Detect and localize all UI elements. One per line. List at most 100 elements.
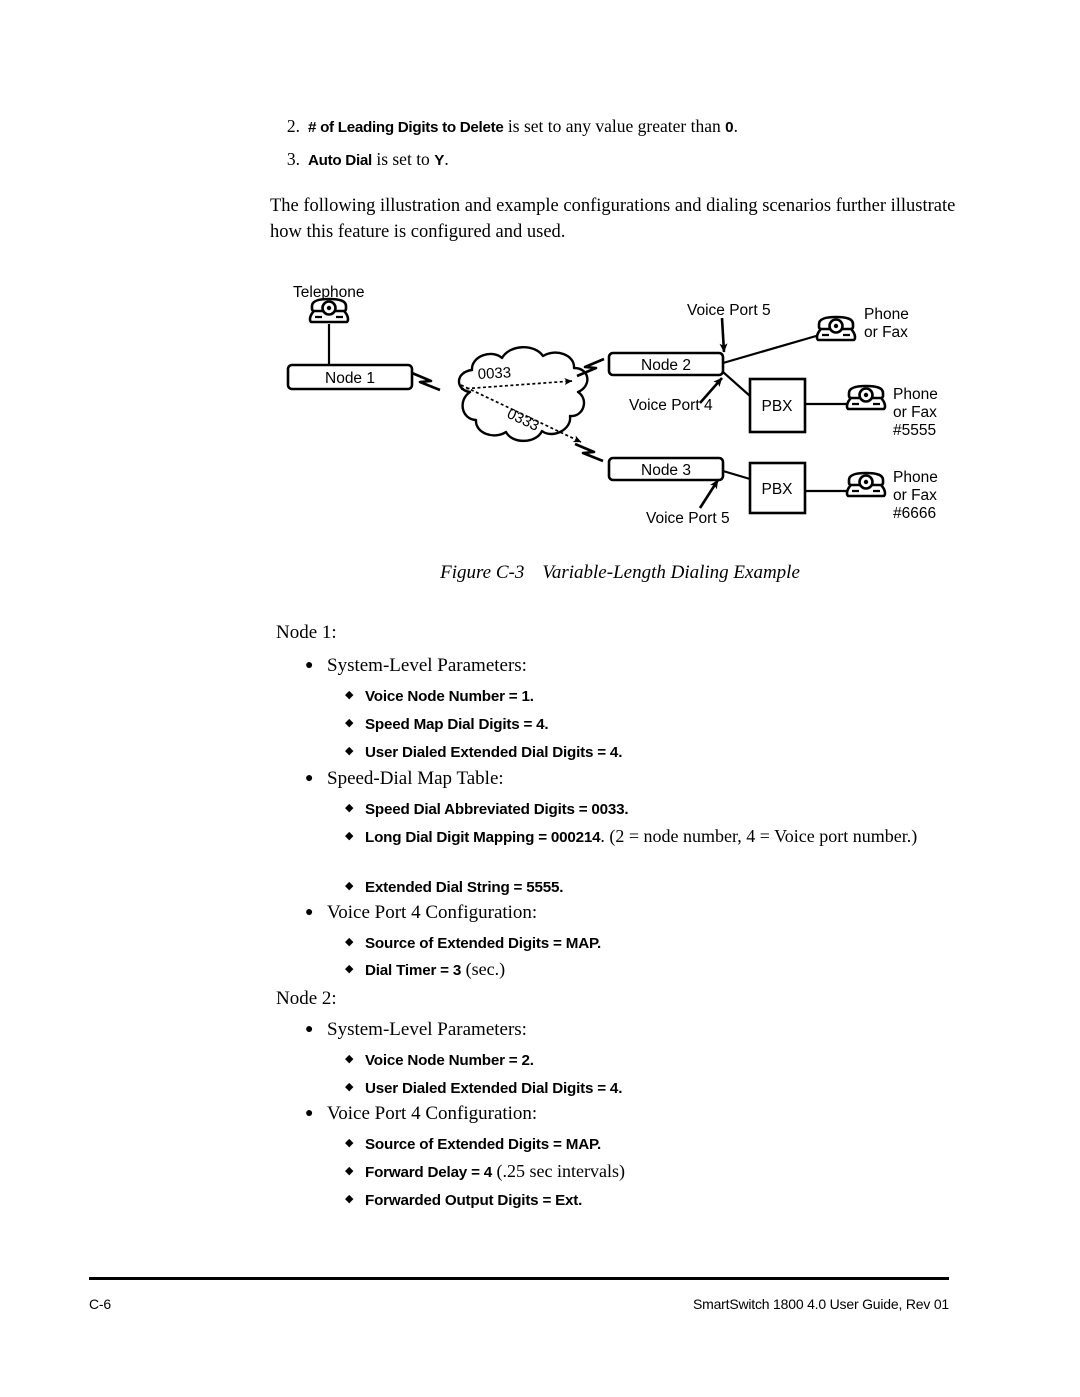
param-bold: Voice Node Number = 1	[365, 688, 530, 705]
param-bold: Source of Extended Digits = MAP	[365, 935, 597, 952]
voice-port-5-bottom-arrow	[698, 479, 720, 509]
param-tail: .	[618, 1080, 623, 1097]
param-tail: .	[529, 1052, 534, 1069]
footer-document-title: SmartSwitch 1800 4.0 User Guide, Rev 01	[693, 1296, 949, 1312]
voice-port-4-label: Voice Port 4	[629, 397, 713, 414]
bullet-round-icon: ●	[305, 1106, 314, 1121]
node1-param: ◆ Voice Node Number = 1.	[345, 685, 965, 707]
node2-param: ◆ Voice Node Number = 2.	[345, 1049, 965, 1071]
node1-param: ◆ Long Dial Digit Mapping = 000214. (2 = …	[345, 826, 965, 848]
bullet-round-icon: ●	[305, 771, 314, 786]
list-item-number: 3.	[286, 149, 300, 169]
node1-label: Node 1	[325, 370, 375, 387]
pbx-top-label: PBX	[761, 398, 793, 415]
list-item-term: Auto Dial	[308, 152, 372, 169]
telephone-label: Telephone	[293, 284, 365, 301]
param-bold: Forward Delay = 4	[365, 1164, 493, 1181]
figure-title: Variable-Length Dialing Example	[542, 562, 800, 583]
node1-param: ◆ User Dialed Extended Dial Digits = 4.	[345, 741, 965, 763]
phone-mid-icon	[845, 384, 887, 411]
node1-to-cloud-link	[411, 371, 441, 392]
group-title-text: Voice Port 4 Configuration:	[327, 902, 538, 923]
param-tail: .	[596, 935, 601, 952]
node1-group-title-2: ● Voice Port 4 Configuration:	[305, 901, 537, 925]
list-item-value: Y	[434, 152, 445, 169]
pbx-top-box	[748, 377, 807, 434]
node3-to-pbx-link	[722, 469, 751, 481]
node1-heading: Node 1:	[276, 622, 337, 643]
pbx-bottom-label: PBX	[761, 481, 793, 498]
phone-top-label-line1: Phone	[864, 306, 909, 323]
bullet-round-icon: ●	[305, 658, 314, 673]
param-bold: Voice Node Number = 2	[365, 1052, 530, 1069]
bullet-diamond-icon: ◆	[345, 745, 354, 757]
phone-mid-label-line1: Phone	[893, 386, 938, 403]
list-item-tail: .	[733, 116, 738, 136]
wan-cloud	[457, 346, 589, 443]
document-page: 2. # of Leading Digits to Delete is set t…	[0, 0, 1080, 1397]
cloud-route-long-label: 0333	[504, 405, 541, 435]
list-item-value: 0	[725, 119, 734, 136]
node1-box	[286, 363, 414, 391]
param-tail: .	[559, 879, 564, 896]
list-item: 3. Auto Dial is set to Y.	[278, 149, 958, 171]
figure-caption: Figure C-3 Variable-Length Dialing Exampl…	[280, 562, 960, 584]
phone-top-label-line2: or Fax	[864, 324, 908, 341]
param-regular: (.25 sec intervals)	[492, 1161, 625, 1181]
phone-bottom-icon	[845, 471, 887, 498]
phone-bottom-label-line3: #6666	[893, 505, 936, 522]
telephone-icon	[308, 297, 350, 324]
node1-param: ◆ Dial Timer = 3 (sec.)	[345, 959, 965, 981]
voice-port-5-top-arrow	[719, 317, 728, 353]
param-bold: User Dialed Extended Dial Digits = 4	[365, 744, 619, 761]
bullet-round-icon: ●	[305, 905, 314, 920]
group-title-text: System-Level Parameters:	[327, 1019, 527, 1040]
route-0033-line	[460, 378, 573, 390]
voice-port-5-top-label: Voice Port 5	[687, 302, 771, 319]
param-bold: Extended Dial String = 5555	[365, 879, 560, 896]
node2-param: ◆ Forwarded Output Digits = Ext.	[345, 1189, 965, 1211]
bullet-diamond-icon: ◆	[345, 1165, 354, 1177]
node1-param: ◆ Source of Extended Digits = MAP.	[345, 932, 965, 954]
node2-box	[607, 351, 725, 377]
node3-label: Node 3	[641, 462, 691, 479]
node3-box	[607, 456, 725, 482]
node2-to-phone-top-link	[722, 332, 824, 365]
bullet-round-icon: ●	[305, 1022, 314, 1037]
node2-group-title-1: ● Voice Port 4 Configuration:	[305, 1102, 537, 1126]
bullet-diamond-icon: ◆	[345, 963, 354, 975]
list-item-tail: .	[444, 149, 449, 169]
node2-to-pbx-link	[722, 371, 751, 397]
param-tail: .	[578, 1192, 583, 1209]
pbx-bottom-box	[748, 461, 807, 515]
param-tail: .	[544, 716, 549, 733]
param-tail: .	[529, 688, 534, 705]
param-regular: . (2 = node number, 4 = Voice port numbe…	[600, 826, 918, 846]
node1-param: ◆ Speed Dial Abbreviated Digits = 0033.	[345, 798, 965, 820]
param-regular: (sec.)	[461, 959, 506, 979]
node2-group-title-0: ● System-Level Parameters:	[305, 1018, 527, 1042]
bullet-diamond-icon: ◆	[345, 689, 354, 701]
voice-port-4-arrow	[699, 377, 723, 404]
cloud-to-node3-link	[574, 442, 604, 463]
list-item: 2. # of Leading Digits to Delete is set t…	[278, 116, 958, 138]
bullet-diamond-icon: ◆	[345, 936, 354, 948]
list-item-number: 2.	[286, 116, 300, 136]
group-title-text: Speed-Dial Map Table:	[327, 768, 504, 789]
param-bold: Speed Dial Abbreviated Digits = 0033	[365, 801, 625, 818]
bullet-diamond-icon: ◆	[345, 1193, 354, 1205]
footer-divider	[89, 1277, 949, 1280]
node2-heading: Node 2:	[276, 988, 337, 1009]
param-tail: .	[596, 1136, 601, 1153]
node2-label: Node 2	[641, 357, 691, 374]
param-bold: User Dialed Extended Dial Digits = 4	[365, 1080, 619, 1097]
phone-mid-label-line3: #5555	[893, 422, 936, 439]
cloud-to-node2-link	[576, 357, 605, 378]
node2-param: ◆ User Dialed Extended Dial Digits = 4.	[345, 1077, 965, 1099]
group-title-text: System-Level Parameters:	[327, 655, 527, 676]
node1-group-title-0: ● System-Level Parameters:	[305, 654, 527, 678]
bullet-diamond-icon: ◆	[345, 880, 354, 892]
list-item-text: is set to	[371, 149, 435, 169]
param-tail: .	[624, 801, 629, 818]
bullet-diamond-icon: ◆	[345, 1053, 354, 1065]
